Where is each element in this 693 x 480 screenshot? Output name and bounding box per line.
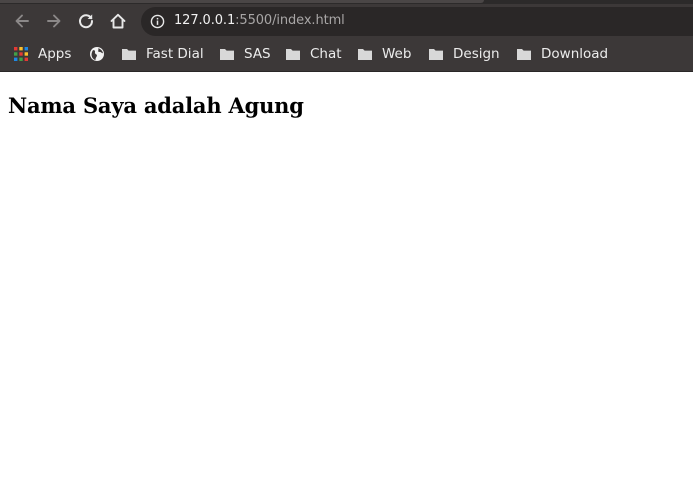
bookmark-label: Download: [541, 46, 609, 62]
apps-grid-icon: [13, 46, 29, 62]
bookmark-apps[interactable]: Apps: [13, 43, 71, 65]
home-button[interactable]: [104, 7, 132, 35]
page-content: Nama Saya adalah Agung: [0, 72, 693, 480]
globe-icon: [89, 46, 105, 62]
url-path: :5500/index.html: [235, 13, 345, 28]
toolbar: 127.0.0.1:5500/index.html: [0, 4, 693, 38]
bookmark-folder-fast-dial[interactable]: Fast Dial: [121, 43, 204, 65]
arrow-left-icon: [15, 14, 29, 28]
bookmark-label: Web: [382, 46, 412, 62]
page-heading: Nama Saya adalah Agung: [8, 93, 304, 118]
bookmark-folder-download[interactable]: Download: [516, 43, 608, 65]
browser-chrome: 127.0.0.1:5500/index.html Apps Fast Dial…: [0, 0, 693, 72]
bookmark-label: Chat: [310, 46, 342, 62]
reload-button[interactable]: [72, 7, 100, 35]
bookmark-folder-web[interactable]: Web: [357, 43, 411, 65]
bookmark-folder-sas[interactable]: SAS: [219, 43, 271, 65]
bookmarks-bar: Apps Fast Dial SAS Chat Web Design Downl…: [0, 38, 693, 71]
arrow-right-icon: [47, 14, 61, 28]
home-icon: [110, 13, 126, 29]
bookmark-label: Fast Dial: [146, 46, 204, 62]
back-button[interactable]: [8, 7, 36, 35]
reload-icon: [79, 14, 94, 29]
folder-icon: [121, 46, 137, 62]
folder-icon: [357, 46, 373, 62]
folder-icon: [219, 46, 235, 62]
browser-window: 127.0.0.1:5500/index.html Apps Fast Dial…: [0, 0, 693, 480]
bookmark-label: Apps: [38, 46, 72, 62]
folder-icon: [285, 46, 301, 62]
active-tab[interactable]: [0, 0, 484, 3]
forward-button[interactable]: [40, 7, 68, 35]
bookmark-label: SAS: [244, 46, 271, 62]
bookmark-label: Design: [453, 46, 500, 62]
url-text[interactable]: 127.0.0.1:5500/index.html: [174, 12, 345, 30]
bookmark-folder-chat[interactable]: Chat: [285, 43, 342, 65]
address-bar[interactable]: 127.0.0.1:5500/index.html: [141, 7, 693, 36]
bookmark-globe[interactable]: [89, 43, 105, 65]
url-host: 127.0.0.1: [174, 13, 236, 28]
folder-icon: [516, 46, 532, 62]
folder-icon: [428, 46, 444, 62]
info-icon[interactable]: [150, 14, 165, 29]
bookmark-folder-design[interactable]: Design: [428, 43, 500, 65]
